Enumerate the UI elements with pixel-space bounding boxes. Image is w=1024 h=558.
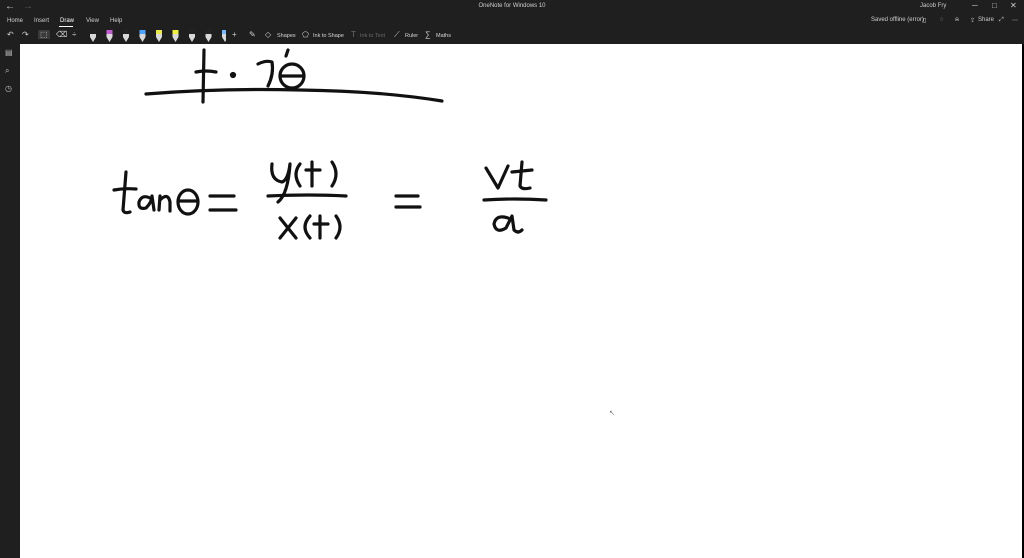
pen-tray [90,30,226,42]
pen-7-icon[interactable] [189,30,195,42]
undo-icon[interactable]: ↶ [7,30,14,39]
window-title: OneNote for Windows 10 [478,3,546,9]
navigation-rail: ▤ ⌕ ◷ [0,44,20,558]
search-icon[interactable]: ⌕ [5,66,9,76]
page-canvas[interactable]: ↖ [20,44,1022,558]
draw-toolbar: ↶ ↷ ⬚ ⌫ ÷ + ✎ ◇ Shapes ⬠ Ink to Shape T … [0,28,1024,44]
pen-8-icon[interactable] [205,30,212,42]
ink-drawing [112,48,548,240]
notebooks-icon[interactable]: ▤ [5,48,13,57]
ink-to-text-icon[interactable]: T [351,30,356,39]
ink-stroke [112,187,138,192]
ink-to-text-button[interactable]: Ink to Text [360,33,385,39]
expand-icon[interactable]: ⤢ [999,17,1004,24]
ink-stroke [482,197,548,202]
ink-stroke [330,160,338,188]
lightbulb-icon[interactable]: ◌ [940,17,944,23]
notebook-icon[interactable]: ▯ [923,17,926,24]
tab-help[interactable]: Help [110,18,122,24]
minimize-button[interactable]: ─ [972,1,978,10]
ink-stroke [137,194,156,212]
pen-9-icon[interactable] [222,30,226,42]
pen-1-icon[interactable] [90,30,96,42]
pen-4-icon[interactable] [139,30,146,42]
active-tab-indicator [59,26,73,27]
ink-stroke [510,160,534,191]
ruler-button[interactable]: Ruler [405,33,418,39]
tab-home[interactable]: Home [7,18,23,24]
tab-view[interactable]: View [86,18,99,24]
add-pen-icon[interactable]: + [232,30,237,39]
ink-dot [229,71,237,79]
maths-icon[interactable]: ∑ [425,30,431,39]
lasso-select-icon[interactable]: ⬚ [38,30,50,39]
redo-icon[interactable]: ↷ [22,30,29,39]
close-button[interactable]: ✕ [1010,1,1017,10]
ink-stroke [266,193,348,198]
ink-replay-icon[interactable]: ✎ [249,30,256,39]
sync-status[interactable]: Saved offline (error) [871,17,924,23]
add-space-icon[interactable]: ÷ [72,30,76,39]
ink-stroke [144,87,444,103]
maximize-button[interactable]: □ [992,1,997,10]
ribbon-tabs: Home Insert Draw View Help Saved offline… [0,16,1024,28]
mouse-cursor-icon: ↖ [609,410,615,417]
ink-stroke [121,170,132,215]
ink-stroke [484,164,510,190]
pen-5-icon[interactable] [156,30,162,42]
recent-notes-icon[interactable]: ◷ [5,84,12,93]
eraser-icon[interactable]: ⌫ [56,30,67,39]
user-name[interactable]: Jacob Fry [920,3,946,9]
share-icon[interactable]: ⇪ [970,17,975,24]
ink-stroke [334,214,342,240]
tab-draw[interactable]: Draw [60,18,74,24]
bell-icon[interactable]: ⍾ [955,17,959,24]
maths-button[interactable]: Maths [436,33,451,39]
ink-stroke [284,48,290,58]
pen-3-icon[interactable] [123,30,129,42]
shapes-icon[interactable]: ◇ [265,30,271,39]
shapes-button[interactable]: Shapes [277,33,296,39]
ink-stroke [157,194,172,213]
ink-stroke [492,214,524,234]
ink-stroke [312,214,330,240]
title-bar: ← → OneNote for Windows 10 Jacob Fry ─ □… [0,0,1024,16]
ruler-icon[interactable]: ⟋ [394,30,400,40]
ink-stroke [294,162,302,188]
ink-stroke [201,48,206,104]
ink-stroke [304,160,322,188]
ink-stroke [256,59,275,88]
ink-stroke [278,216,298,240]
pen-6-icon[interactable] [172,30,179,42]
pen-2-icon[interactable] [106,30,113,42]
ink-to-shape-icon[interactable]: ⬠ [302,30,309,39]
ink-to-shape-button[interactable]: Ink to Shape [313,33,344,39]
tab-insert[interactable]: Insert [34,18,49,24]
ink-stroke [303,214,312,240]
ink-stroke [194,69,218,74]
more-icon[interactable]: ⋯ [1012,17,1018,24]
share-button[interactable]: Share [978,17,994,23]
